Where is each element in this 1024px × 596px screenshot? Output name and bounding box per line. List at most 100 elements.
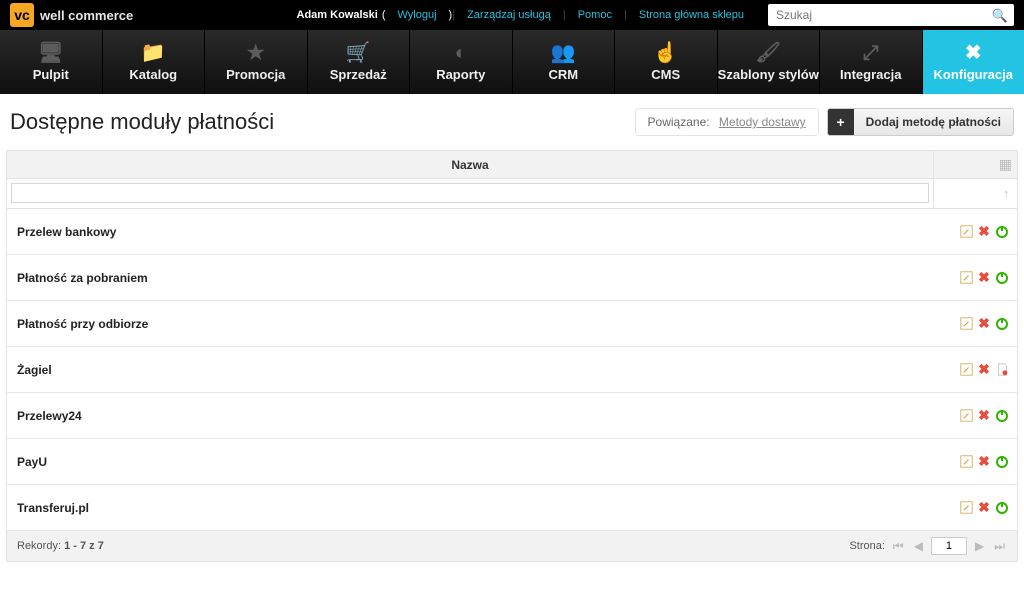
folder-icon: 📁 [141, 43, 166, 63]
nav-konfiguracja[interactable]: ✖ Konfiguracja [923, 30, 1024, 94]
cell-name: PayU [7, 455, 933, 469]
delete-icon[interactable]: ✖ [977, 317, 991, 331]
brush-icon: 🖌 [756, 43, 781, 63]
plus-icon: + [828, 109, 854, 135]
table-row[interactable]: Przelew bankowy ✖ [7, 209, 1017, 255]
cell-name: Płatność przy odbiorze [7, 317, 933, 331]
delete-icon[interactable]: ✖ [977, 363, 991, 377]
nav-pulpit[interactable]: 🖥Pulpit [0, 30, 103, 94]
table-row[interactable]: Płatność przy odbiorze ✖ [7, 301, 1017, 347]
add-button-label: Dodaj metodę płatności [854, 115, 1013, 129]
filter-name-input[interactable] [11, 183, 929, 203]
edit-icon[interactable] [959, 501, 973, 515]
column-header-name[interactable]: Nazwa [7, 158, 933, 172]
add-payment-method-button[interactable]: + Dodaj metodę płatności [827, 108, 1014, 136]
table-row[interactable]: PayU ✖ [7, 439, 1017, 485]
nav-crm[interactable]: 👥CRM [513, 30, 616, 94]
cell-actions: ✖ [933, 363, 1017, 377]
column-header-actions: ▦ [933, 151, 1017, 178]
pager-input[interactable] [931, 537, 967, 555]
nav-integracja[interactable]: ⤢Integracja [820, 30, 923, 94]
records-label: Rekordy: [17, 540, 61, 552]
pager-first-icon[interactable]: ⏮ [891, 539, 906, 554]
shop-home-link[interactable]: Strona główna sklepu [627, 9, 756, 21]
cell-name: Płatność za pobraniem [7, 271, 933, 285]
power-icon[interactable] [995, 271, 1009, 285]
tools-icon: ✖ [965, 43, 982, 63]
related-label: Powiązane: [648, 115, 710, 129]
logo-mark: vc [10, 3, 34, 27]
table-row[interactable]: Żagiel ✖ [7, 347, 1017, 393]
power-icon[interactable] [995, 455, 1009, 469]
delete-icon[interactable]: ✖ [977, 409, 991, 423]
nav-szablony[interactable]: 🖌 Szablony stylów [718, 30, 821, 94]
edit-icon[interactable] [959, 225, 973, 239]
nav-label: Pulpit [33, 67, 69, 82]
cell-name: Żagiel [7, 363, 933, 377]
pager-next-icon[interactable]: ▶ [973, 539, 986, 553]
delete-icon[interactable]: ✖ [977, 271, 991, 285]
power-icon[interactable] [995, 317, 1009, 331]
nav-label: CRM [548, 67, 578, 82]
power-icon[interactable] [995, 501, 1009, 515]
sort-arrow-icon[interactable]: ↑ [1004, 188, 1010, 200]
pager: Strona: ⏮ ◀ ▶ ⏭ [849, 537, 1007, 555]
nav-promocja[interactable]: ★Promocja [205, 30, 308, 94]
power-icon[interactable] [995, 225, 1009, 239]
chart-icon: ◐ [455, 43, 467, 63]
delete-icon[interactable]: ✖ [977, 501, 991, 515]
pager-label: Strona: [849, 540, 884, 552]
hand-icon: ☝ [653, 43, 678, 63]
nav-label: Raporty [436, 67, 485, 82]
nav-label: Promocja [226, 67, 285, 82]
cell-actions: ✖ [933, 409, 1017, 423]
power-icon[interactable] [995, 409, 1009, 423]
nav-katalog[interactable]: 📁 Katalog [103, 30, 206, 94]
pager-prev-icon[interactable]: ◀ [912, 539, 925, 553]
delete-icon[interactable]: ✖ [977, 225, 991, 239]
logout-link[interactable]: Wyloguj [386, 9, 449, 21]
nav-raporty[interactable]: ◐ Raporty [410, 30, 513, 94]
nav-sprzedaz[interactable]: 🛒Sprzedaż [308, 30, 411, 94]
cell-actions: ✖ [933, 225, 1017, 239]
nav-label: CMS [651, 67, 680, 82]
help-link[interactable]: Pomoc [566, 9, 624, 21]
top-links: Adam Kowalski (Wyloguj) | Zarządzaj usłu… [293, 9, 756, 21]
manage-service-link[interactable]: Zarządzaj usługą [455, 9, 563, 21]
grid: Nazwa ▦ ↑ Przelew bankowy✖Płatność za po… [6, 150, 1018, 562]
grid-filter-row: ↑ [7, 179, 1017, 209]
edit-icon[interactable] [959, 455, 973, 469]
delete-icon[interactable]: ✖ [977, 455, 991, 469]
records-value: 1 - 7 z 7 [64, 540, 104, 552]
cell-name: Przelew bankowy [7, 225, 933, 239]
search-icon[interactable]: 🔍 [992, 8, 1008, 24]
table-row[interactable]: Płatność za pobraniem ✖ [7, 255, 1017, 301]
user-name: Adam Kowalski [293, 9, 382, 21]
main-nav: 🖥Pulpit 📁 Katalog ★Promocja 🛒Sprzedaż ◐ Ra… [0, 30, 1024, 94]
nav-cms[interactable]: ☝ CMS [615, 30, 718, 94]
edit-icon[interactable] [959, 317, 973, 331]
edit-icon[interactable] [959, 409, 973, 423]
edit-icon[interactable] [959, 363, 973, 377]
logo[interactable]: vc well commerce [10, 3, 133, 27]
grid-settings-icon[interactable]: ▦ [999, 156, 1011, 173]
table-row[interactable]: Przelewy24 ✖ [7, 393, 1017, 439]
cell-actions: ✖ [933, 455, 1017, 469]
expand-icon: ⤢ [863, 43, 879, 63]
nav-label: Szablony stylów [718, 67, 819, 82]
related-box: Powiązane: Metody dostawy [635, 108, 819, 136]
page-header: Dostępne moduły płatności Powiązane: Met… [0, 94, 1024, 150]
nav-label: Katalog [129, 67, 177, 82]
page-title: Dostępne moduły płatności [10, 109, 635, 135]
table-row[interactable]: Transferuj.pl✖ [7, 485, 1017, 531]
records-info: Rekordy: 1 - 7 z 7 [17, 540, 849, 552]
edit-icon[interactable] [959, 271, 973, 285]
pager-last-icon[interactable]: ⏭ [992, 539, 1007, 554]
search-wrap: 🔍 [768, 4, 1014, 26]
cell-actions: ✖ [933, 317, 1017, 331]
related-link[interactable]: Metody dostawy [719, 115, 806, 129]
cell-name: Przelewy24 [7, 409, 933, 423]
file-icon[interactable] [995, 363, 1009, 377]
nav-label: Konfiguracja [934, 67, 1013, 82]
search-input[interactable] [768, 4, 1014, 26]
